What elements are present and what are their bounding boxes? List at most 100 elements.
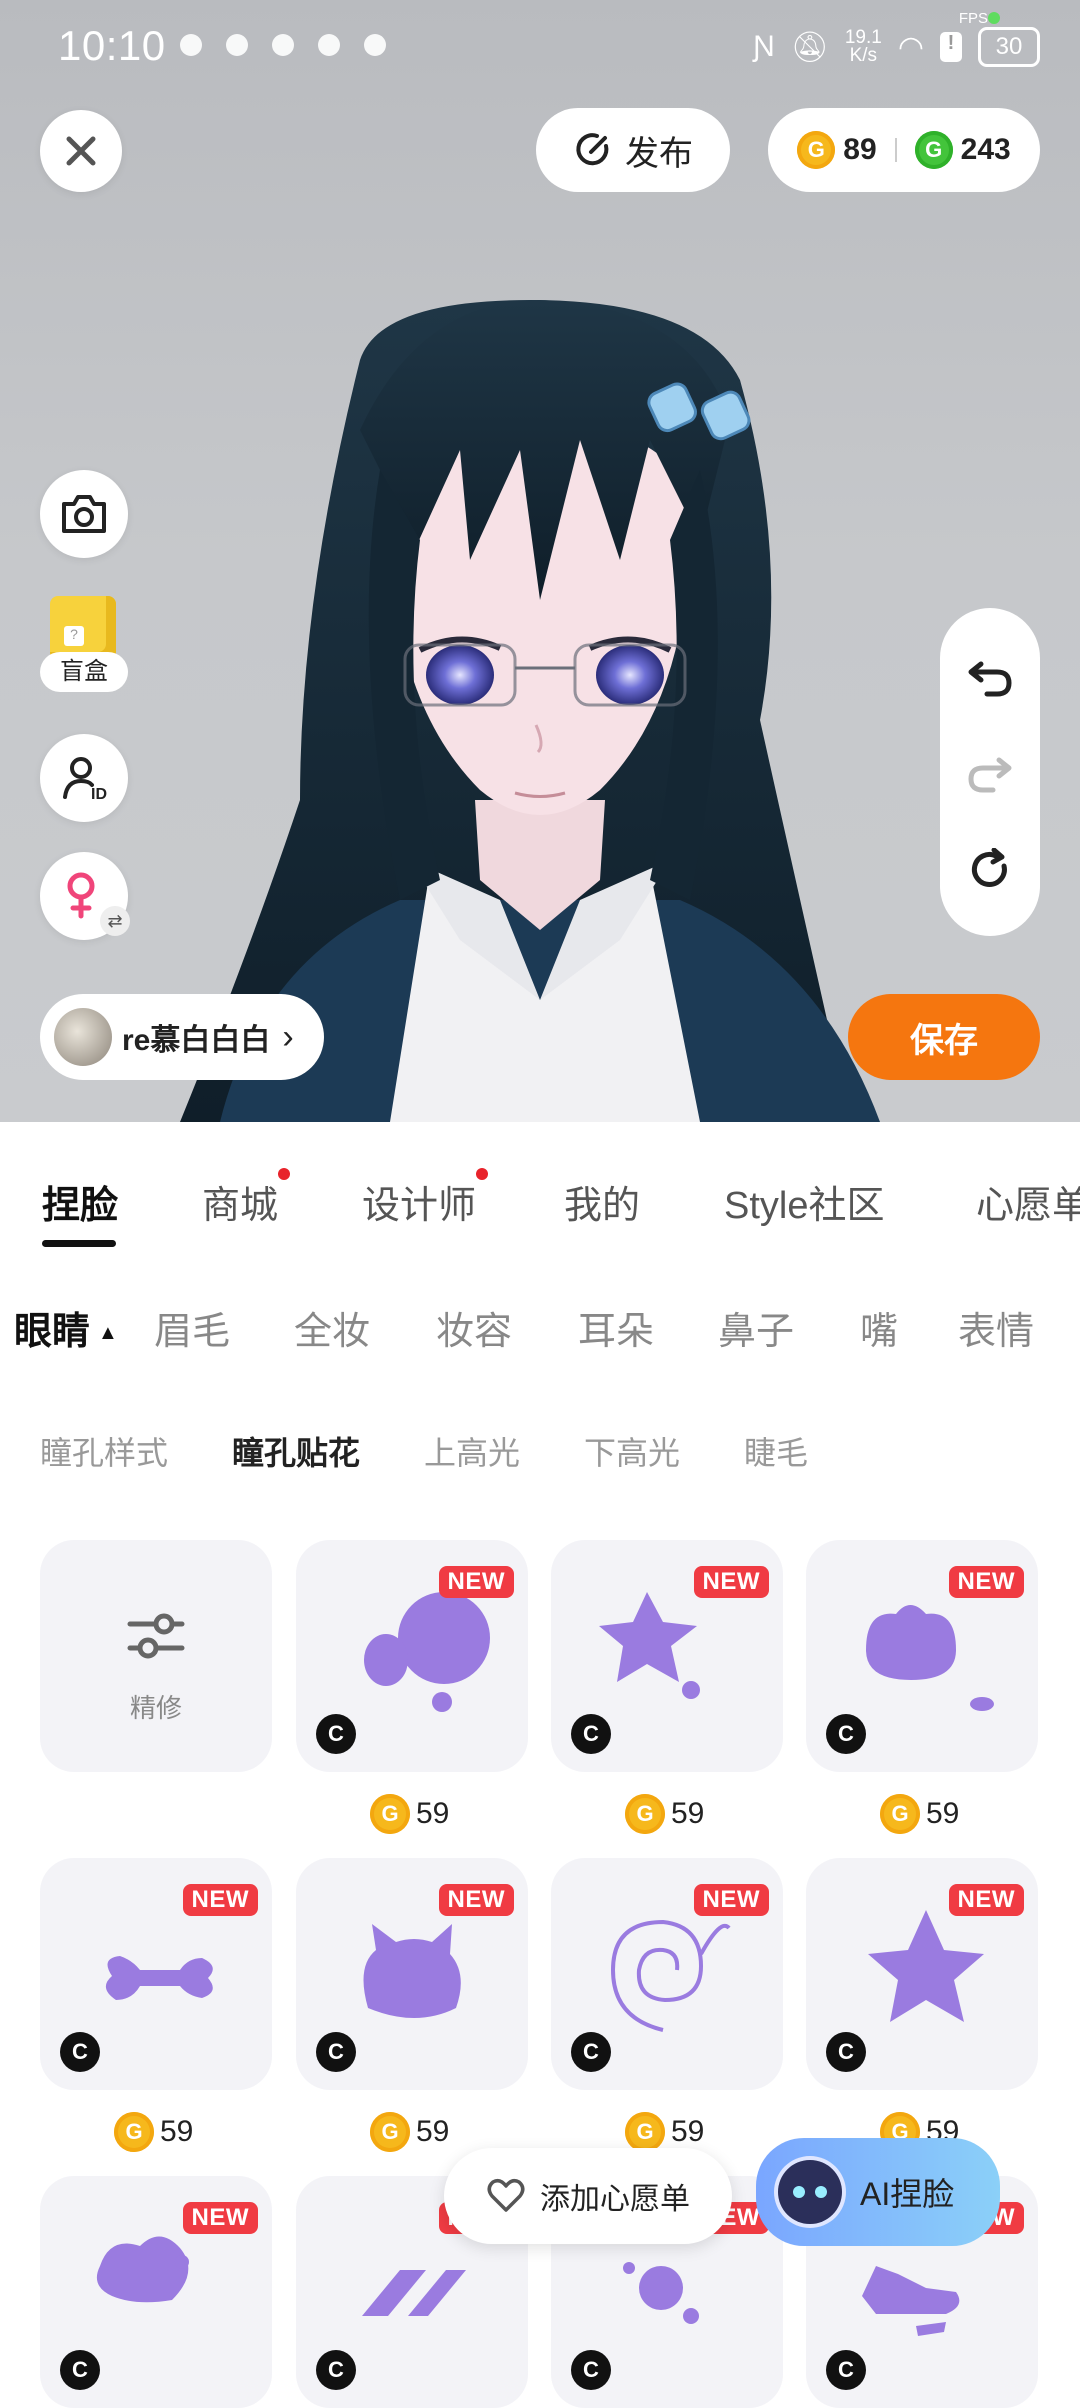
- avatar: [54, 1008, 112, 1066]
- price-value: 59: [671, 1797, 705, 1830]
- copyright-icon: C: [571, 1714, 611, 1754]
- publish-button[interactable]: 发布: [536, 108, 730, 192]
- price-value: 59: [160, 2115, 194, 2148]
- active-tab-indicator: [42, 1240, 116, 1247]
- save-label: 保存: [910, 1021, 978, 1060]
- undo-button[interactable]: [940, 638, 1040, 718]
- tab-label: 设计师: [362, 1185, 477, 1227]
- battery-indicator: 30: [978, 27, 1040, 67]
- item-price: G 59: [370, 1794, 449, 1834]
- camera-icon: [62, 495, 106, 533]
- decal-item-card[interactable]: NEW C: [40, 1858, 272, 2090]
- item-price: G 59: [625, 1794, 704, 1834]
- gender-switch-button[interactable]: ⇄: [40, 852, 130, 940]
- item-price: G 59: [625, 2112, 704, 2152]
- add-wishlist-button[interactable]: 添加心愿单: [444, 2148, 732, 2244]
- tab-face[interactable]: 捏脸: [42, 1174, 118, 1229]
- notification-icon: [272, 34, 294, 56]
- user-profile-chip[interactable]: re慕白白白 ›: [40, 994, 324, 1080]
- chevron-right-icon: ›: [282, 1017, 294, 1056]
- redo-button[interactable]: [940, 734, 1040, 814]
- copyright-icon: C: [316, 1714, 356, 1754]
- copyright-icon: C: [316, 2032, 356, 2072]
- tab-mine[interactable]: 我的: [564, 1174, 640, 1229]
- ai-robot-icon: [778, 2160, 842, 2224]
- copyright-icon: C: [826, 2350, 866, 2390]
- tab-designer[interactable]: 设计师: [362, 1168, 489, 1229]
- subtab-eyelashes[interactable]: 睫毛: [744, 1428, 808, 1474]
- subtab-pupil-style[interactable]: 瞳孔样式: [40, 1428, 168, 1474]
- undo-icon: [968, 661, 1012, 697]
- avatar-id-button[interactable]: ID: [40, 734, 128, 822]
- refine-card[interactable]: 精修: [40, 1540, 272, 1772]
- blind-box-icon: ?: [50, 596, 116, 660]
- blind-box-label: 盲盒: [60, 658, 108, 685]
- battery-level: 30: [995, 33, 1023, 60]
- category-ears[interactable]: 耳朵: [578, 1300, 654, 1355]
- gold-coin-count: 89: [843, 133, 877, 166]
- person-id-icon: ID: [63, 757, 107, 803]
- decal-item-card[interactable]: NEW C: [40, 2176, 272, 2408]
- history-panel: [940, 608, 1040, 936]
- category-expression[interactable]: 表情: [958, 1300, 1034, 1355]
- subtab-label: 下高光: [584, 1435, 681, 1471]
- category-label: 表情: [958, 1311, 1035, 1353]
- subtab-label: 瞳孔贴花: [232, 1435, 361, 1471]
- decal-item-card[interactable]: NEW C: [806, 1540, 1038, 1772]
- new-badge: NEW: [182, 2202, 258, 2234]
- price-value: 59: [926, 1797, 960, 1830]
- network-speed: 19.1 K/s: [845, 28, 882, 65]
- refresh-icon: [971, 848, 1007, 887]
- currency-balance[interactable]: G 89 G 243: [768, 108, 1040, 192]
- decal-item-card[interactable]: NEW C: [551, 1858, 783, 2090]
- tab-shop[interactable]: 商城: [202, 1168, 291, 1229]
- category-makeup[interactable]: 妆容: [436, 1300, 512, 1355]
- category-label: 嘴: [860, 1311, 899, 1353]
- price-value: 59: [671, 2115, 705, 2148]
- decal-item-card[interactable]: NEW C: [806, 1858, 1038, 2090]
- decal-item-card[interactable]: NEW C: [296, 1858, 528, 2090]
- subtab-upper-highlight[interactable]: 上高光: [424, 1428, 520, 1474]
- item-price: G 59: [370, 2112, 449, 2152]
- blind-box-button[interactable]: ? 盲盒: [40, 596, 128, 696]
- notification-icon: [180, 34, 202, 56]
- close-button[interactable]: [40, 110, 122, 192]
- category-label: 鼻子: [718, 1311, 795, 1353]
- save-button[interactable]: 保存: [848, 994, 1040, 1080]
- notification-icon: [318, 34, 340, 56]
- gold-coin-icon: G: [625, 2112, 665, 2152]
- category-full-makeup[interactable]: 全妆: [294, 1300, 370, 1355]
- fps-dot: [988, 12, 1000, 24]
- tab-label: 我的: [564, 1185, 641, 1227]
- category-eyebrows[interactable]: 眉毛: [154, 1300, 230, 1355]
- camera-button[interactable]: [40, 470, 128, 558]
- price-value: 59: [416, 1797, 450, 1830]
- category-mouth[interactable]: 嘴: [860, 1300, 898, 1355]
- refine-label: 精修: [129, 1693, 182, 1723]
- copyright-icon: C: [826, 1714, 866, 1754]
- decal-item-card[interactable]: NEW C: [296, 1540, 528, 1772]
- user-name: re慕白白白: [122, 1024, 271, 1057]
- new-badge: NEW: [948, 1884, 1024, 1916]
- item-price: G 59: [880, 1794, 959, 1834]
- ai-face-button[interactable]: AI捏脸: [756, 2138, 1000, 2246]
- subtab-lower-highlight[interactable]: 下高光: [584, 1428, 680, 1474]
- tab-wishlist[interactable]: 心愿单: [976, 1174, 1080, 1229]
- copyright-icon: C: [826, 2032, 866, 2072]
- reset-button[interactable]: [940, 830, 1040, 910]
- redo-icon: [968, 757, 1012, 793]
- subtab-pupil-decal[interactable]: 瞳孔贴花: [232, 1428, 360, 1474]
- subtab-label: 睫毛: [744, 1435, 809, 1471]
- tab-style-community[interactable]: Style社区: [724, 1174, 884, 1229]
- category-nose[interactable]: 鼻子: [718, 1300, 794, 1355]
- decal-item-card[interactable]: NEW C: [551, 1540, 783, 1772]
- status-bar: 10:10 Ɲ 🔕︎ 19.1 K/s ◠ ! 30 FPS: [58, 10, 1040, 72]
- notification-dot: [476, 1168, 489, 1180]
- category-eyes[interactable]: 眼睛 ▲: [14, 1300, 118, 1355]
- close-icon: [66, 136, 96, 166]
- gold-coin-icon: G: [370, 1794, 410, 1834]
- tab-label: 心愿单: [976, 1185, 1080, 1227]
- fps-label: FPS: [958, 10, 988, 27]
- ai-face-label: AI捏脸: [860, 2176, 955, 2212]
- avatar-stage[interactable]: 10:10 Ɲ 🔕︎ 19.1 K/s ◠ ! 30 FPS 发布 G 89 G…: [0, 0, 1080, 1122]
